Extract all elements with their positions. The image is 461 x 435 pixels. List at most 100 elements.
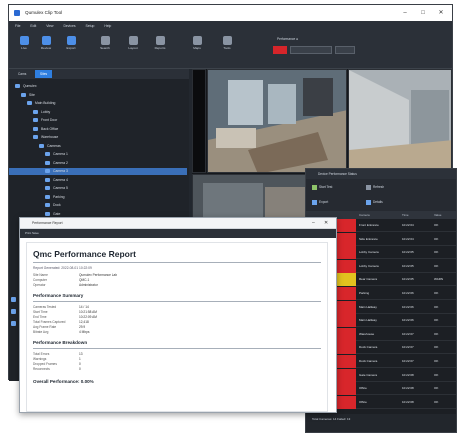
tree-item[interactable]: Parking bbox=[9, 194, 187, 201]
record-indicator[interactable] bbox=[273, 46, 287, 54]
report-row: Reconnects 0 bbox=[33, 367, 321, 372]
row-time: 10:22:05 bbox=[402, 263, 414, 268]
tree-item[interactable]: Camera 1 bbox=[9, 151, 187, 158]
row-value: OK bbox=[434, 250, 439, 255]
app-icon bbox=[14, 10, 20, 16]
report-value: QMC-1 bbox=[79, 278, 90, 282]
review-icon bbox=[41, 36, 51, 45]
tree-item-label: Main Building bbox=[35, 101, 56, 105]
details-button[interactable]: Details bbox=[366, 199, 383, 205]
tree-item[interactable]: Qumulex bbox=[9, 83, 187, 90]
export-button[interactable]: Export bbox=[61, 36, 81, 60]
row-value: OK bbox=[434, 291, 439, 295]
report-key: Operator bbox=[33, 283, 46, 287]
tree-item[interactable]: Main Building bbox=[9, 100, 187, 107]
row-time: 10:22:08 bbox=[402, 386, 414, 391]
tree-item[interactable]: Dock bbox=[9, 202, 187, 209]
tree-item-label: Cameras bbox=[47, 143, 61, 148]
menu-setup[interactable]: Setup bbox=[85, 24, 94, 28]
status-flag bbox=[336, 368, 356, 382]
col-camera[interactable]: Camera bbox=[359, 211, 370, 219]
tree-item-label: Camera 4 bbox=[53, 177, 68, 182]
camera-icon bbox=[45, 194, 50, 199]
tree-item-label: Site bbox=[29, 92, 35, 97]
status-flag bbox=[336, 232, 356, 246]
menu-help[interactable]: Help bbox=[104, 24, 111, 28]
tree-item-label: Parking bbox=[53, 194, 65, 199]
report-row: Operator Administrator bbox=[33, 283, 321, 288]
row-camera: Dock Camera bbox=[359, 345, 378, 350]
camera-icon bbox=[45, 169, 50, 174]
row-time: 10:22:06 bbox=[402, 291, 414, 295]
menu-file[interactable]: File bbox=[15, 24, 20, 28]
user-icon[interactable] bbox=[11, 321, 16, 326]
menu-view[interactable]: View bbox=[46, 24, 53, 28]
video-feed-lobby bbox=[208, 70, 346, 172]
report-title-bar: Performance Report – ✕ bbox=[20, 218, 336, 229]
report-value: Administrator bbox=[79, 283, 98, 287]
row-time: 10:22:07 bbox=[402, 359, 414, 363]
tree-item-label: Back Office bbox=[41, 126, 59, 131]
row-time: 10:22:08 bbox=[402, 372, 414, 377]
maps-button[interactable]: Maps bbox=[187, 36, 207, 60]
settings-icon[interactable] bbox=[11, 297, 16, 302]
speed-field[interactable] bbox=[335, 46, 355, 54]
tree-item[interactable]: Lobby bbox=[9, 109, 187, 116]
report-toolbar-label[interactable]: Print Save bbox=[25, 231, 39, 235]
col-value[interactable]: Value bbox=[434, 211, 441, 219]
menu-edit[interactable]: Edit bbox=[30, 24, 36, 28]
row-time: 10:22:06 bbox=[402, 318, 414, 323]
close-icon[interactable]: ✕ bbox=[432, 5, 450, 21]
folder-icon bbox=[33, 135, 38, 140]
row-value: WARN bbox=[434, 277, 444, 282]
maximize-icon[interactable]: □ bbox=[414, 5, 432, 21]
tree-item-label: Camera 3 bbox=[53, 169, 68, 173]
divider bbox=[33, 262, 321, 263]
report-page: Qmc Performance Report Report Generated:… bbox=[26, 242, 328, 412]
video-tile-1[interactable] bbox=[207, 69, 347, 173]
tree-item[interactable]: Front Door bbox=[9, 117, 187, 124]
video-feed-hallway bbox=[349, 70, 451, 172]
video-tile-empty[interactable] bbox=[192, 69, 206, 173]
video-tile-2[interactable] bbox=[348, 69, 452, 173]
start-test-button[interactable]: Start Test bbox=[312, 184, 332, 190]
tree-item[interactable]: Camera 4 bbox=[9, 177, 187, 184]
refresh-button[interactable]: Refresh bbox=[366, 184, 384, 190]
row-time: 10:22:05 bbox=[402, 250, 414, 255]
status-flag bbox=[336, 273, 356, 287]
tree-item[interactable]: Back Office bbox=[9, 126, 187, 133]
report-key: Reconnects bbox=[33, 367, 50, 371]
col-time[interactable]: Time bbox=[402, 211, 409, 219]
reports-icon bbox=[155, 36, 165, 45]
tools-button[interactable]: Tools bbox=[217, 36, 237, 60]
row-value: OK bbox=[434, 263, 439, 268]
overall-performance: Overall Performance: 0.00% bbox=[33, 379, 94, 384]
report-value: 4 Mbps bbox=[79, 330, 90, 334]
tab-sites[interactable]: Sites bbox=[35, 70, 53, 78]
tree-item[interactable]: Site bbox=[9, 92, 187, 99]
tree-item[interactable]: Cameras bbox=[9, 143, 187, 150]
tree-item[interactable]: Camera 5 bbox=[9, 185, 187, 192]
tree-item-label: Qumulex bbox=[23, 84, 37, 88]
live-button[interactable]: Live bbox=[15, 36, 33, 60]
minimize-icon[interactable]: – bbox=[396, 5, 414, 21]
timeline-field[interactable] bbox=[290, 46, 332, 54]
close-icon[interactable]: ✕ bbox=[324, 218, 328, 229]
row-time: 10:22:04 bbox=[402, 223, 414, 227]
alarm-icon[interactable] bbox=[11, 309, 16, 314]
layout-button[interactable]: Layout bbox=[123, 36, 143, 60]
reports-button[interactable]: Reports bbox=[149, 36, 171, 60]
tree-item[interactable]: Warehouse bbox=[9, 134, 187, 141]
tab-cams[interactable]: Cams bbox=[13, 70, 31, 78]
minimize-icon[interactable]: – bbox=[312, 218, 315, 229]
report-meta: Site Name Qumulex Performance Lab Computer… bbox=[33, 273, 321, 288]
tree-item[interactable]: Camera 3 bbox=[9, 168, 187, 175]
search-button[interactable]: Search bbox=[95, 36, 115, 60]
menu-devices[interactable]: Devices bbox=[63, 24, 75, 28]
layout-icon bbox=[128, 36, 138, 45]
status-flag bbox=[336, 341, 356, 355]
review-button[interactable]: Review bbox=[37, 36, 55, 60]
row-camera: Side Entrance bbox=[359, 236, 378, 241]
tree-item[interactable]: Camera 2 bbox=[9, 160, 187, 167]
export-status-button[interactable]: Export bbox=[312, 199, 328, 205]
